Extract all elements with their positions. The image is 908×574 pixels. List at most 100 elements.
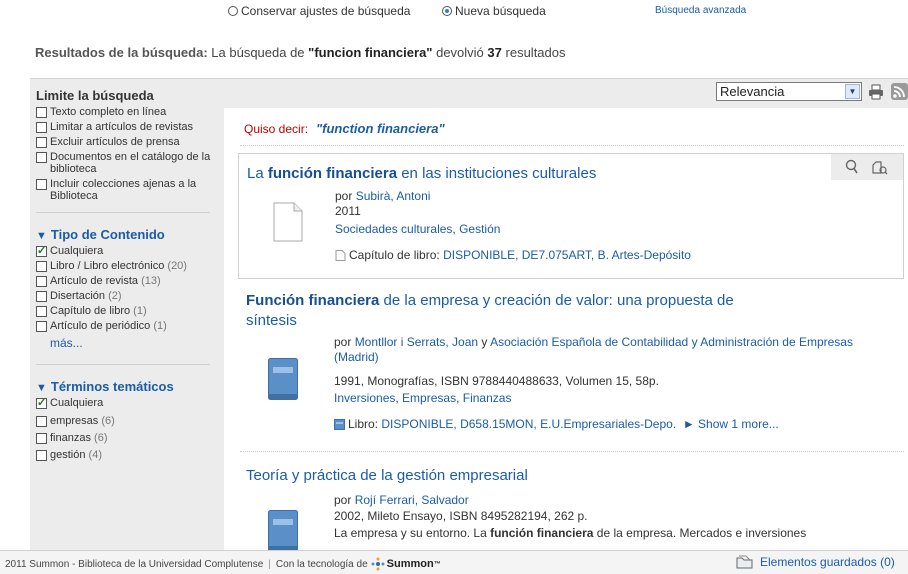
show-more-link[interactable]: ► Show 1 more... (683, 417, 779, 431)
checkbox[interactable] (36, 152, 47, 163)
subjects-title: Términos temáticos (50, 379, 174, 394)
availability-link[interactable]: DISPONIBLE, DE7.075ART, B. Artes-Depósit… (443, 248, 691, 262)
results-mid: devolvió (436, 45, 484, 60)
footer-separator: | (268, 558, 271, 570)
new-search-radio[interactable] (442, 6, 452, 16)
checkbox[interactable] (36, 261, 47, 272)
result-year: 2011 (335, 204, 361, 218)
facet-label: Capítulo de libro (50, 305, 131, 317)
book-icon (334, 418, 345, 430)
subject-link[interactable]: Inversiones (334, 391, 395, 405)
chevron-down-icon[interactable]: ▼ (845, 84, 860, 99)
subject-finanzas[interactable]: finanzas (6) (30, 432, 224, 444)
content-type-chapter[interactable]: Capítulo de libro (1) (30, 305, 224, 317)
keep-settings-option[interactable]: Conservar ajustes de búsqueda (228, 4, 410, 18)
saved-items-link[interactable]: Elementos guardados (0) (735, 554, 895, 570)
title-highlight: función financiera (267, 165, 398, 182)
facet-label: gestión (50, 449, 86, 461)
facet-count: (13) (141, 275, 161, 287)
by-label: por (335, 189, 353, 203)
subjects-heading[interactable]: ▼ Términos temáticos (30, 379, 224, 394)
checkbox[interactable] (36, 397, 47, 409)
footer-credits: 2011 Summon - Biblioteca de la Universid… (5, 557, 441, 571)
results-summary: Resultados de la búsqueda: La búsqueda d… (35, 45, 566, 60)
preview-magnifier-icon[interactable] (845, 159, 859, 175)
abstract-part: de la empresa. Mercados e inversiones (593, 526, 807, 540)
facet-label: finanzas (50, 432, 91, 444)
author-link[interactable]: Montllor i Serrats, Joan (355, 335, 478, 349)
checkbox[interactable] (36, 416, 47, 427)
result-details: 2002, Mileto Ensayo, ISBN 8495282194, 26… (334, 509, 588, 523)
content-type-heading[interactable]: ▼ Tipo de Contenido (30, 227, 224, 242)
result-item[interactable]: Función financiera de la empresa y creac… (238, 291, 904, 441)
checkbox[interactable] (36, 321, 47, 332)
checkbox[interactable] (36, 137, 47, 148)
did-you-mean-link[interactable]: "function financiera" (316, 121, 445, 136)
rss-icon[interactable] (891, 83, 908, 100)
subject-gestion[interactable]: gestión (4) (30, 449, 224, 461)
content-type-more-link[interactable]: más... (30, 336, 224, 350)
subject-link[interactable]: Finanzas (463, 391, 512, 405)
checkbox[interactable] (36, 433, 47, 444)
result-subjects: Sociedades culturales, Gestión (335, 222, 501, 236)
checkbox[interactable] (36, 450, 47, 461)
subject-empresas[interactable]: empresas (6) (30, 415, 224, 427)
result-availability: Capítulo de libro: DISPONIBLE, DE7.075AR… (335, 248, 691, 262)
limit-fulltext[interactable]: Texto completo en línea (30, 106, 224, 118)
save-folder-icon[interactable] (871, 159, 889, 175)
author-link[interactable]: Subirà, Antoni (356, 189, 431, 203)
author-link[interactable]: Rojí Ferrari, Salvador (355, 493, 469, 507)
checkbox[interactable] (36, 179, 47, 190)
facet-count: (1) (153, 320, 167, 332)
result-title[interactable]: La función financiera en las institucion… (247, 164, 596, 184)
trademark-mark: ™ (433, 560, 441, 568)
limit-exclude-press[interactable]: Excluir artículos de prensa (30, 136, 224, 148)
subject-link[interactable]: Empresas (402, 391, 456, 405)
checkbox[interactable] (36, 245, 47, 257)
author-link[interactable]: Asociación Española de Contabilidad y Ad… (490, 335, 853, 349)
content-type-title: Tipo de Contenido (50, 227, 165, 242)
limit-external-collections[interactable]: Incluir colecciones ajenas a la Bibliote… (30, 178, 224, 202)
result-actions (831, 154, 903, 180)
subject-any[interactable]: Cualquiera (30, 397, 224, 409)
checkbox[interactable] (36, 276, 47, 287)
footer-powered-by: Con la tecnología de (275, 558, 368, 570)
results-label: Resultados de la búsqueda: (35, 45, 208, 60)
sort-select[interactable]: Relevancia ▼ (716, 82, 862, 101)
content-type-book[interactable]: Libro / Libro electrónico (20) (30, 260, 224, 272)
collapse-triangle-icon[interactable]: ▼ (36, 230, 47, 242)
facet-label: Disertación (50, 290, 106, 302)
summon-logo[interactable]: Summon ™ (371, 557, 441, 571)
checkbox[interactable] (36, 306, 47, 317)
checkbox[interactable] (36, 291, 47, 302)
content-type-journal[interactable]: Artículo de revista (13) (30, 275, 224, 287)
result-item[interactable]: La función financiera en las institucion… (238, 153, 904, 279)
content-type-any[interactable]: Cualquiera (30, 245, 224, 257)
availability-link[interactable]: DISPONIBLE, D658.15MON, E.U.Empresariale… (381, 417, 676, 431)
results-post: resultados (505, 45, 566, 60)
content-type-dissertation[interactable]: Disertación (2) (30, 290, 224, 302)
checkbox[interactable] (36, 107, 47, 118)
facet-label: empresas (50, 415, 99, 427)
keep-settings-label: Conservar ajustes de búsqueda (241, 4, 411, 18)
author-link[interactable]: (Madrid) (334, 350, 379, 364)
result-item[interactable]: Teoría y práctica de la gestión empresar… (238, 466, 904, 552)
collapse-triangle-icon[interactable]: ▼ (36, 382, 47, 394)
limit-journal-articles[interactable]: Limitar a artículos de revistas (30, 121, 224, 133)
print-icon[interactable] (868, 84, 884, 100)
advanced-search-link[interactable]: Búsqueda avanzada (655, 5, 746, 16)
result-title[interactable]: Función financiera de la empresa y creac… (246, 291, 766, 331)
subject-link[interactable]: Gestión (459, 222, 500, 236)
subject-link[interactable]: Sociedades culturales (335, 222, 452, 236)
saved-items-label: Elementos guardados (0) (760, 555, 895, 569)
keep-settings-radio[interactable] (228, 6, 238, 16)
by-label: por (334, 335, 352, 349)
content-type-newspaper[interactable]: Artículo de periódico (1) (30, 320, 224, 332)
result-title[interactable]: Teoría y práctica de la gestión empresar… (246, 466, 528, 486)
limit-catalog-docs[interactable]: Documentos en el catálogo de la bibliote… (30, 151, 224, 175)
checkbox[interactable] (36, 122, 47, 133)
separator (240, 451, 904, 452)
results-count: 37 (487, 45, 502, 60)
document-icon (335, 249, 346, 261)
new-search-option[interactable]: Nueva búsqueda (442, 4, 546, 18)
